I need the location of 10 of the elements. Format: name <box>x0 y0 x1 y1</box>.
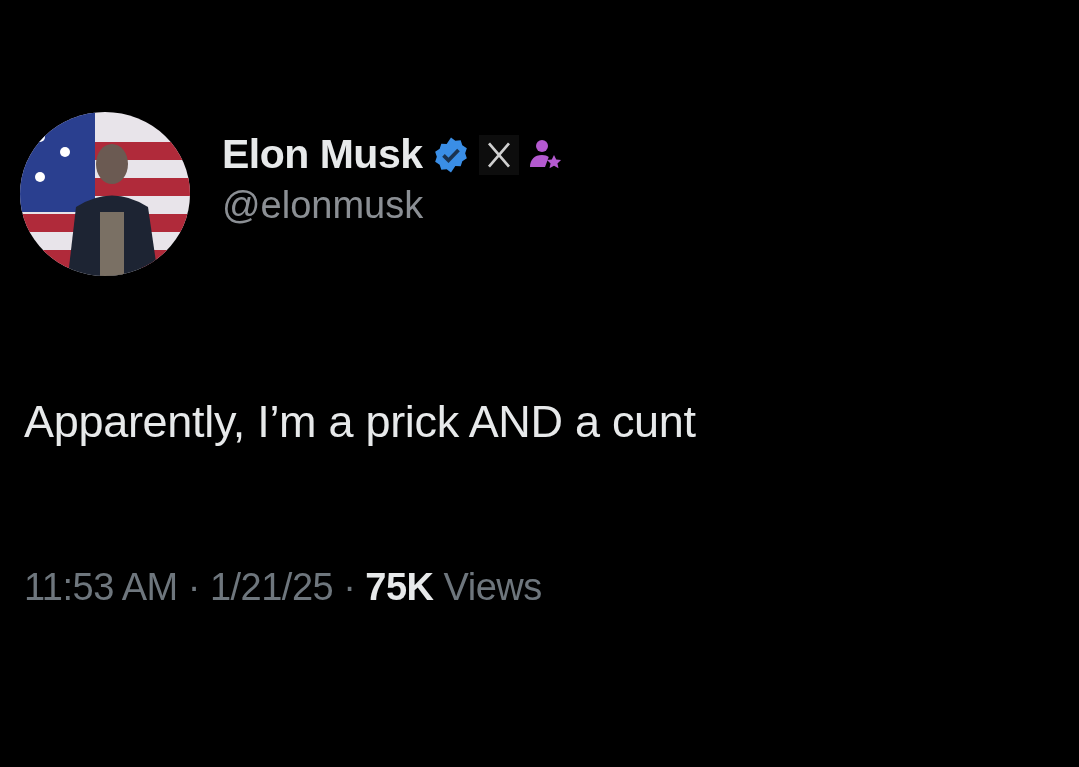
username: @elonmusk <box>222 184 425 227</box>
views-label: Views <box>443 566 542 609</box>
view-count: 75K <box>365 566 434 609</box>
separator-dot: · <box>343 566 356 609</box>
post-text: Apparently, I’m a prick AND a cunt <box>24 396 697 448</box>
display-name: Elon Musk <box>222 131 423 178</box>
post-date: 1/21/25 <box>209 566 334 609</box>
x-logo-icon <box>478 134 519 175</box>
separator-dot: · <box>187 566 200 609</box>
post-time: 11:53 AM <box>24 566 178 609</box>
